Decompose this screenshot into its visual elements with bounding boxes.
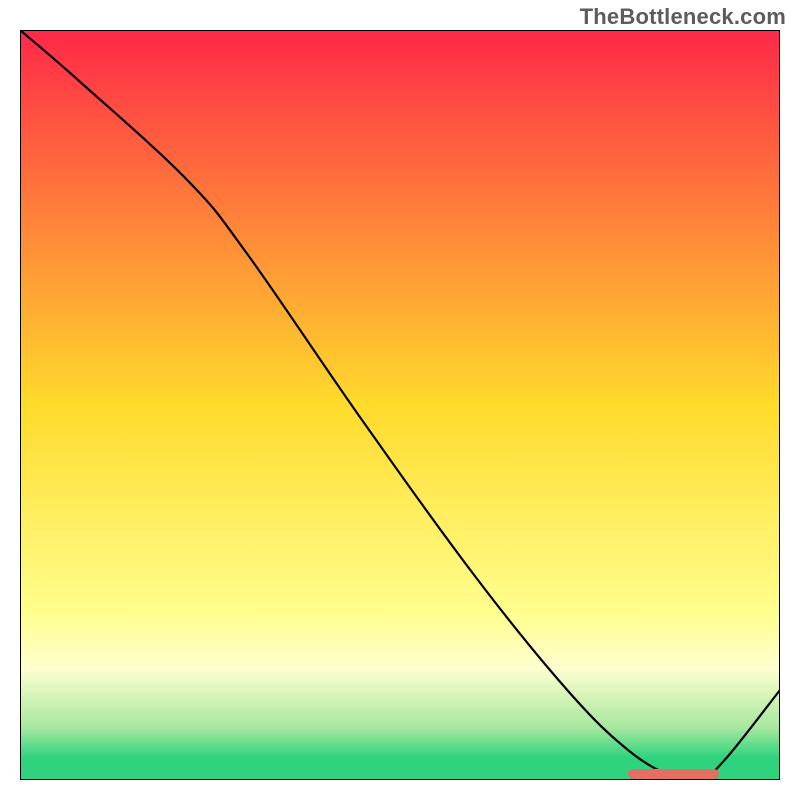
chart-stage: TheBottleneck.com (0, 0, 800, 800)
watermark-text: TheBottleneck.com (580, 4, 786, 30)
bottleneck-line-chart (20, 30, 780, 780)
optimal-range-marker (628, 769, 719, 779)
